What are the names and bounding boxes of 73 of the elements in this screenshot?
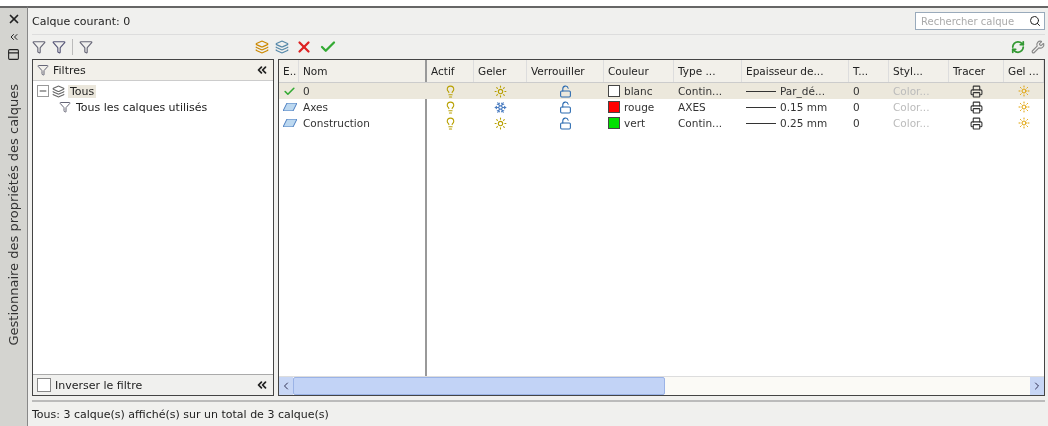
column-header[interactable]: T... <box>849 60 889 82</box>
unlocked-icon[interactable] <box>559 116 572 130</box>
unlocked-icon[interactable] <box>559 100 572 114</box>
column-header[interactable]: E.. <box>279 60 299 82</box>
snowflake-icon[interactable] <box>494 100 507 114</box>
table-cell: Color... <box>893 117 930 129</box>
table-cell: blanc <box>624 85 653 97</box>
table-cell: 0 <box>853 101 860 113</box>
table-cell: Color... <box>893 101 930 113</box>
lineweight-line <box>746 90 776 92</box>
current-layer: Calque courant: 0 <box>32 14 131 28</box>
collapse-icon[interactable] <box>255 63 269 77</box>
filter-icon <box>37 64 49 76</box>
scrollbar-thumb[interactable] <box>293 377 665 395</box>
column-header[interactable]: Gel ... <box>1004 60 1044 82</box>
checkbox[interactable] <box>37 378 51 392</box>
table-cell: 0 <box>853 85 860 97</box>
color-swatch[interactable] <box>608 117 620 129</box>
printer-icon[interactable] <box>970 100 983 114</box>
printer-icon[interactable] <box>970 84 983 98</box>
column-header[interactable]: Type ... <box>674 60 742 82</box>
panel-title: Filtres <box>53 63 87 77</box>
table-cell: Contin... <box>678 85 723 97</box>
tree-item[interactable]: Tous les calques utilisés <box>74 100 210 114</box>
status-text: Tous: 3 calque(s) affiché(s) sur un total de 3 calque(s) <box>32 407 329 421</box>
filter-icon[interactable] <box>32 40 46 54</box>
table-row[interactable]: Axes rouge AXES 0.15 mm 0 Color... <box>279 99 1044 115</box>
lineweight-line <box>746 106 776 108</box>
column-header[interactable]: Verrouiller <box>527 60 604 82</box>
color-swatch[interactable] <box>608 85 620 97</box>
table-cell: Construction <box>303 117 370 129</box>
sun-icon[interactable] <box>494 84 507 98</box>
filter-icon[interactable] <box>52 40 66 54</box>
tree-item[interactable]: Tous <box>68 84 97 98</box>
lightbulb-icon[interactable] <box>444 116 457 130</box>
search-field[interactable]: Rechercher calque <box>915 12 1045 30</box>
column-header[interactable]: Actif <box>427 60 474 82</box>
filter-icon[interactable] <box>79 40 93 54</box>
properties-icon[interactable] <box>7 48 20 61</box>
column-header[interactable]: Styl... <box>889 60 949 82</box>
table-cell: AXES <box>678 101 706 113</box>
table-cell: 0.15 mm <box>780 101 828 113</box>
table-cell: 0 <box>303 85 310 97</box>
table-cell: 0 <box>853 117 860 129</box>
table-cell: rouge <box>624 101 655 113</box>
table-cell: 0.25 mm <box>780 117 828 129</box>
table-cell: Axes <box>303 101 328 113</box>
lightbulb-icon[interactable] <box>444 100 457 114</box>
printer-icon[interactable] <box>970 116 983 130</box>
lightbulb-icon[interactable] <box>444 84 457 98</box>
table-cell: vert <box>624 117 646 129</box>
column-header[interactable]: Epaisseur de... <box>742 60 849 82</box>
search-icon[interactable] <box>1029 15 1041 27</box>
refresh-icon[interactable] <box>1011 40 1025 54</box>
delete-icon[interactable] <box>295 38 313 56</box>
lineweight-line <box>746 122 776 124</box>
filter-icon <box>59 101 71 113</box>
settings-icon[interactable] <box>1031 40 1045 54</box>
column-header[interactable]: Couleur <box>604 60 674 82</box>
layers-icon <box>52 84 65 98</box>
checkbox-label: Inverser le filtre <box>55 378 144 392</box>
unlocked-icon[interactable] <box>559 84 572 98</box>
column-header[interactable]: Tracer <box>949 60 1004 82</box>
table-cell: Contin... <box>678 117 723 129</box>
new-layer-icon[interactable] <box>275 40 289 54</box>
collapse-icon[interactable] <box>255 378 269 392</box>
sun-icon[interactable] <box>494 116 507 130</box>
column-header[interactable]: Geler <box>474 60 527 82</box>
table-cell: Par_dé... <box>780 85 825 97</box>
palette-title: Gestionnaire des propriétés des calques <box>6 84 21 346</box>
color-swatch[interactable] <box>608 101 620 113</box>
new-layer-icon[interactable] <box>255 40 269 54</box>
table-row[interactable]: Construction vert Contin... 0.25 mm 0 Color... <box>279 115 1044 131</box>
